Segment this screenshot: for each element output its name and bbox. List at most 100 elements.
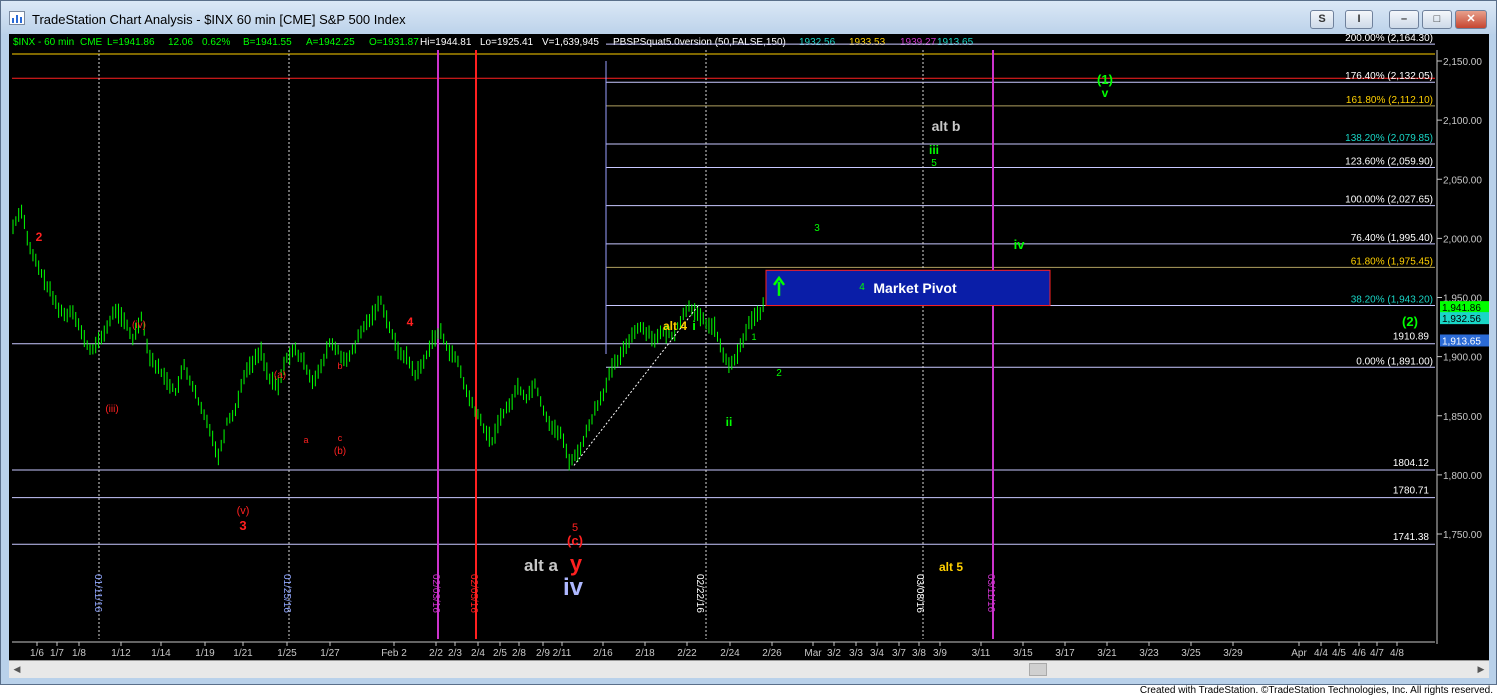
vertical-date-label: 01/11/16 [92,574,103,613]
i-dropdown-button[interactable]: I [1345,10,1373,29]
status-indicator: PBSPSquat5.0version (50,FALSE,150) [613,37,786,48]
status-ask: A=1942.25 [306,37,355,48]
date-axis-label: 4/4 [1314,648,1328,659]
scroll-right-arrow-icon[interactable]: ▶ [1473,661,1489,678]
date-axis-label: Mar [804,648,822,659]
wave-label: alt 4 [663,319,687,333]
status-bid: B=1941.55 [243,37,292,48]
wave-label: v [1102,86,1109,100]
fib-level-label: 38.20% (1,943.20) [1351,295,1433,306]
footer: Created with TradeStation. ©TradeStation… [0,685,1497,698]
price-axis-label: 2,050.00 [1443,175,1482,186]
date-axis-label: 3/17 [1055,648,1075,659]
market-pivot-label: Market Pivot [873,280,957,296]
vertical-date-label: 03/08/16 [914,574,925,613]
date-axis-label: 3/2 [827,648,841,659]
fib-level-label: 200.00% (2,164.30) [1345,34,1433,44]
price-axis-label: 2,100.00 [1443,116,1482,127]
status-ind1: 1932.56 [799,37,836,48]
price-axis-label: 2,000.00 [1443,234,1482,245]
wave-label: iii [929,143,939,157]
wave-label: alt a [524,556,559,575]
date-axis-label: 2/18 [635,648,655,659]
wave-label: (a) [274,370,286,381]
date-axis-label: 4/8 [1390,648,1404,659]
date-axis-label: 3/25 [1181,648,1201,659]
date-axis-label: 3/15 [1013,648,1033,659]
fib-level-label: 138.20% (2,079.85) [1345,133,1433,144]
wave-label: 5 [931,158,937,169]
date-axis-label: 4/5 [1332,648,1346,659]
date-axis-label: 1/7 [50,648,64,659]
wave-label: (b) [334,446,346,457]
fib-level-label: 100.00% (2,027.65) [1345,195,1433,206]
support-level-label: 1780.71 [1393,486,1430,497]
scroll-thumb[interactable] [1029,663,1047,676]
date-axis-label: 3/11 [972,648,991,659]
vertical-date-label: 02/03/16 [430,574,441,613]
price-tag-label: 1,932.56 [1442,314,1481,325]
wave-label: 3 [239,518,246,533]
date-axis-label: 2/26 [762,648,782,659]
status-exchange: CME [80,37,103,48]
support-level-label: 1910.89 [1393,332,1430,343]
date-axis-label: 4/6 [1352,648,1366,659]
fib-level-label: 61.80% (1,975.45) [1351,256,1433,267]
price-axis-label: 1,750.00 [1443,530,1482,541]
date-axis-label: 1/12 [111,648,131,659]
title-bar[interactable]: TradeStation Chart Analysis - $INX 60 mi… [1,1,1496,34]
date-axis-label: 2/8 [512,648,526,659]
fib-level-label: 76.40% (1,995.40) [1351,233,1433,244]
vertical-date-label: 02/22/16 [694,574,705,613]
date-axis-label: 3/9 [933,648,947,659]
date-axis-label: 1/21 [233,648,253,659]
price-chart[interactable]: $INX - 60 min CME L=1941.86 12.06 0.62% … [9,34,1489,660]
wave-label: 2 [776,368,782,379]
horizontal-scrollbar[interactable]: ◀ ▶ [9,660,1489,678]
wave-label: 4 [407,315,414,329]
price-axis-label: 1,850.00 [1443,412,1482,423]
date-axis-label: Apr [1291,648,1307,659]
chart-canvas[interactable]: $INX - 60 min CME L=1941.86 12.06 0.62% … [9,34,1489,660]
price-series [12,204,764,471]
price-axis[interactable]: 2,150.002,100.002,050.002,000.001,950.00… [1436,50,1489,644]
status-high: Hi=1944.81 [420,37,472,48]
wave-label: y [570,551,583,576]
fib-level-label: 123.60% (2,059.90) [1345,157,1433,168]
wave-label: 1 [751,332,756,342]
s-dropdown-button[interactable]: S [1310,10,1334,29]
maximize-button[interactable]: □ [1422,10,1452,29]
vertical-markers: 01/11/16 01/25/16 02/03/16 02/05/16 02/22/16… [92,50,996,639]
support-level-label: 1804.12 [1393,458,1430,469]
close-button[interactable]: ✕ [1455,10,1487,29]
date-axis-label: 2/3 [448,648,462,659]
status-ind3: 1939.27 [900,37,937,48]
wave-label: 2 [36,230,43,244]
support-level-label: 1741.38 [1393,532,1430,543]
date-axis-label: 4/7 [1370,648,1384,659]
date-axis-label: 1/14 [151,648,171,659]
scroll-left-arrow-icon[interactable]: ◀ [9,661,25,678]
date-axis[interactable]: 1/6 1/7 1/8 1/12 1/14 1/19 1/21 1/25 1/27 Feb 2 2/… [12,641,1435,659]
minimize-button[interactable]: – [1389,10,1419,29]
date-axis-label: 1/6 [30,648,44,659]
wave-label: i [692,318,696,333]
window-title: TradeStation Chart Analysis - $INX 60 mi… [32,12,406,27]
status-symbol: $INX - 60 min [13,37,74,48]
level-lines: 200.00% (2,164.30)176.40% (2,132.05)161.… [12,34,1435,545]
date-axis-label: 1/25 [277,648,297,659]
market-pivot-zone[interactable]: Market Pivot [765,269,1051,307]
status-change: 12.06 [168,37,193,48]
chart-window: TradeStation Chart Analysis - $INX 60 mi… [0,0,1497,685]
vertical-date-label: 01/25/16 [281,574,292,613]
date-axis-label: 2/16 [593,648,613,659]
fib-level-label: 0.00% (1,891.00) [1356,356,1433,367]
status-low: Lo=1925.41 [480,37,534,48]
date-axis-label: 3/23 [1139,648,1159,659]
status-volume: V=1,639,945 [542,37,599,48]
wave-label: iv [1014,237,1026,252]
date-axis-label: 2/22 [677,648,697,659]
price-axis-label: 2,150.00 [1443,57,1482,68]
wave-label: ii [726,415,733,429]
date-axis-label: 2/11 [553,648,572,659]
